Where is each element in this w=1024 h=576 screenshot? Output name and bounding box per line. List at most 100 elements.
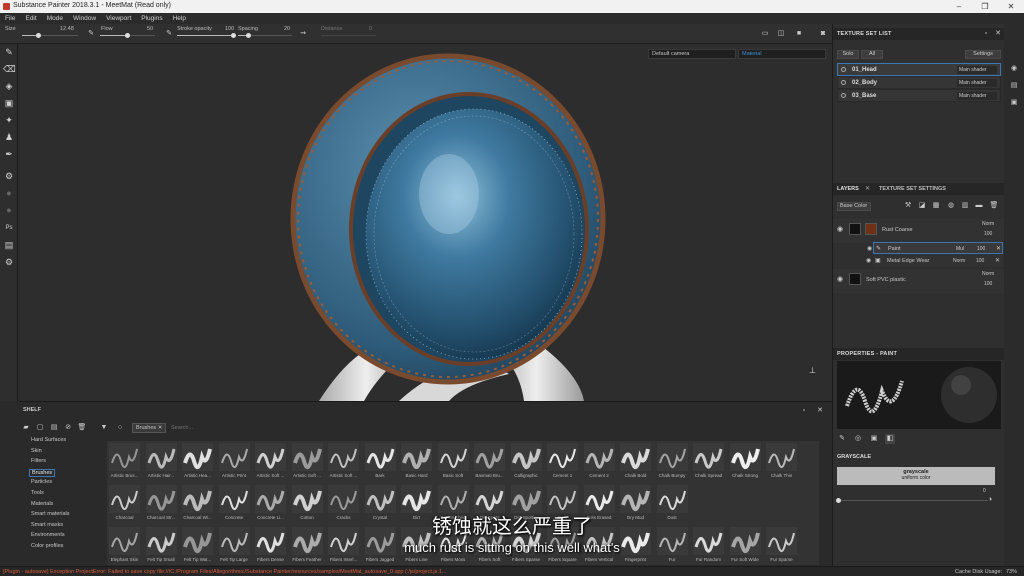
texture-set-row[interactable]: 01_Head Main shader bbox=[837, 63, 1001, 76]
menu-edit[interactable]: Edit bbox=[20, 13, 41, 24]
brush-item[interactable]: Basmati Bru... bbox=[472, 441, 507, 481]
brush-item[interactable]: Cement 1 bbox=[545, 441, 580, 481]
viewport-mode-select[interactable]: Material bbox=[738, 49, 826, 59]
shelf-category-brushes[interactable]: Brushes bbox=[29, 468, 56, 477]
brush-item[interactable]: Artistic Hea... bbox=[180, 441, 215, 481]
delete-layer-icon[interactable]: 🗑 bbox=[989, 201, 999, 211]
flow-value[interactable]: 50 bbox=[147, 26, 153, 32]
menu-plugins[interactable]: Plugins bbox=[136, 13, 167, 24]
size-pen-icon[interactable]: ✎ bbox=[86, 29, 96, 39]
color-swatch-icon[interactable]: ◑ bbox=[985, 495, 995, 505]
shelf-category-skin[interactable]: Skin bbox=[31, 448, 42, 454]
photoshop-export-icon[interactable]: Ps bbox=[3, 222, 15, 234]
brush-item[interactable]: Artistic Soft ... bbox=[326, 441, 361, 481]
brush-item[interactable]: Chalk Bold bbox=[618, 441, 653, 481]
shelf-category-hard-surfaces[interactable]: Hard Surfaces bbox=[31, 437, 66, 443]
undock-icon[interactable]: ▫ bbox=[799, 406, 809, 416]
brush-item[interactable]: Chalk Spread bbox=[691, 441, 726, 481]
blend-mode[interactable]: Norm bbox=[982, 221, 994, 227]
stroke-opacity-slider[interactable] bbox=[177, 33, 236, 38]
close-panel-icon[interactable]: ✕ bbox=[993, 29, 1003, 39]
add-folder-icon[interactable]: ▬ bbox=[974, 201, 984, 211]
brush-item[interactable]: Basic Hard bbox=[399, 441, 434, 481]
brush-item[interactable]: Basic Soft bbox=[436, 441, 471, 481]
filter-icon[interactable]: ▼ bbox=[99, 423, 109, 433]
close-window-button[interactable]: ✕ bbox=[998, 1, 1024, 12]
brush-item[interactable]: Artistic Print bbox=[217, 441, 252, 481]
status-error-message[interactable]: [Plugin - autosave] Exception ProjectErr… bbox=[3, 569, 703, 575]
smudge-icon[interactable]: ✦ bbox=[3, 114, 15, 126]
blend-mode[interactable]: Mul bbox=[956, 246, 964, 252]
texture-set-row[interactable]: 03_Base Main shader bbox=[837, 89, 1001, 102]
opacity-value[interactable]: 100 bbox=[976, 258, 984, 264]
add-fill-layer-icon[interactable]: ◍ bbox=[946, 201, 956, 211]
shader-select[interactable]: Main shader bbox=[957, 66, 997, 74]
layer-row[interactable]: ◉ Soft PVC plastic Norm 100 bbox=[833, 269, 1005, 293]
menu-help[interactable]: Help bbox=[168, 13, 191, 24]
stencil-icon[interactable]: ▣ bbox=[869, 434, 879, 444]
color-picker-icon[interactable]: ✒ bbox=[3, 148, 15, 160]
blend-mode[interactable]: Norm bbox=[982, 271, 994, 277]
add-mask-icon[interactable]: ◪ bbox=[917, 201, 927, 211]
texture-set-row[interactable]: 02_Body Main shader bbox=[837, 76, 1001, 89]
brush-item[interactable]: Cement 2 bbox=[582, 441, 617, 481]
menu-viewport[interactable]: Viewport bbox=[101, 13, 136, 24]
shelf-category-particles[interactable]: Particles bbox=[31, 479, 52, 485]
symmetry-icon[interactable]: ⚙ bbox=[3, 170, 15, 182]
display-settings-icon[interactable]: ▣ bbox=[1009, 98, 1019, 108]
add-smart-mask-icon[interactable]: ▦ bbox=[931, 201, 941, 211]
add-layer-icon[interactable]: ▥ bbox=[960, 201, 970, 211]
grayscale-slider-value[interactable]: 0 bbox=[983, 488, 986, 494]
brush-item[interactable]: Artistic Hair... bbox=[144, 441, 179, 481]
folder-icon[interactable]: ▰ bbox=[21, 423, 31, 433]
minimize-button[interactable]: – bbox=[946, 1, 972, 12]
remove-tag-icon[interactable]: ✕ bbox=[158, 425, 163, 431]
brush-item[interactable]: Artistic Brus... bbox=[107, 441, 142, 481]
paint-brush-icon[interactable]: ✎ bbox=[3, 46, 15, 58]
effect-row[interactable]: ◉ ✎ Paint Mul 100 ✕ bbox=[867, 242, 1003, 254]
menu-mode[interactable]: Mode bbox=[42, 13, 68, 24]
effect-row[interactable]: ◉ ▣ Metal Edge Wear Norm 100 ✕ bbox=[866, 255, 1003, 267]
3d-viewport[interactable]: Default camera Material ⊥ bbox=[19, 44, 832, 401]
opacity-value[interactable]: 100 bbox=[984, 281, 992, 287]
channel-select[interactable]: Base Color bbox=[837, 202, 871, 211]
visibility-eye-icon[interactable]: ◉ bbox=[837, 225, 843, 233]
particle-icon[interactable]: ● bbox=[3, 204, 15, 216]
flow-pen-icon[interactable]: ✎ bbox=[164, 29, 174, 39]
visibility-eye-icon[interactable]: ◉ bbox=[837, 275, 843, 283]
brush-item[interactable]: Chalk Bumpy bbox=[655, 441, 690, 481]
all-button[interactable]: All bbox=[861, 50, 883, 59]
texture-set-icon[interactable]: ◉ bbox=[1009, 64, 1019, 74]
clone-stamp-icon[interactable]: ♟ bbox=[3, 131, 15, 143]
geometry-mask-icon[interactable]: ▣ bbox=[3, 97, 15, 109]
remove-effect-icon[interactable]: ✕ bbox=[996, 245, 1001, 252]
layers-icon[interactable]: ▤ bbox=[1009, 81, 1019, 91]
effect-toggle-icon[interactable]: ◉ bbox=[866, 257, 871, 264]
save-icon[interactable]: ▤ bbox=[3, 239, 15, 251]
alpha-icon[interactable]: ◎ bbox=[853, 434, 863, 444]
settings-dropdown[interactable]: Settings bbox=[965, 50, 1001, 59]
hide-icon[interactable]: ⊘ bbox=[63, 423, 73, 433]
delete-icon[interactable]: 🗑 bbox=[77, 423, 87, 433]
menu-window[interactable]: Window bbox=[68, 13, 101, 24]
tab-layers[interactable]: LAYERS bbox=[837, 186, 859, 192]
tab-close-icon[interactable]: ✕ bbox=[865, 185, 870, 192]
stroke-opacity-value[interactable]: 100 bbox=[225, 26, 234, 32]
shader-select[interactable]: Main shader bbox=[957, 79, 997, 87]
lazy-mouse-icon[interactable]: ⇝ bbox=[298, 29, 308, 39]
spray-icon[interactable]: ● bbox=[3, 187, 15, 199]
shelf-search-input[interactable] bbox=[171, 423, 471, 433]
maximize-button[interactable]: ❐ bbox=[972, 1, 998, 12]
new-resource-icon[interactable]: ▢ bbox=[35, 423, 45, 433]
grayscale-slider[interactable] bbox=[835, 498, 988, 503]
brush-item[interactable]: Calligraphic bbox=[509, 441, 544, 481]
distance-value[interactable]: 0 bbox=[369, 26, 372, 32]
spacing-slider[interactable] bbox=[238, 33, 292, 38]
shader-select[interactable]: Main shader bbox=[957, 92, 997, 100]
flow-slider[interactable] bbox=[100, 33, 155, 38]
brush-item[interactable]: Chalk Strong bbox=[728, 441, 763, 481]
eraser-icon[interactable]: ⌫ bbox=[3, 63, 16, 75]
settings-icon[interactable]: ⚙ bbox=[3, 256, 15, 268]
size-slider[interactable] bbox=[22, 33, 78, 38]
opacity-value[interactable]: 100 bbox=[984, 231, 992, 237]
